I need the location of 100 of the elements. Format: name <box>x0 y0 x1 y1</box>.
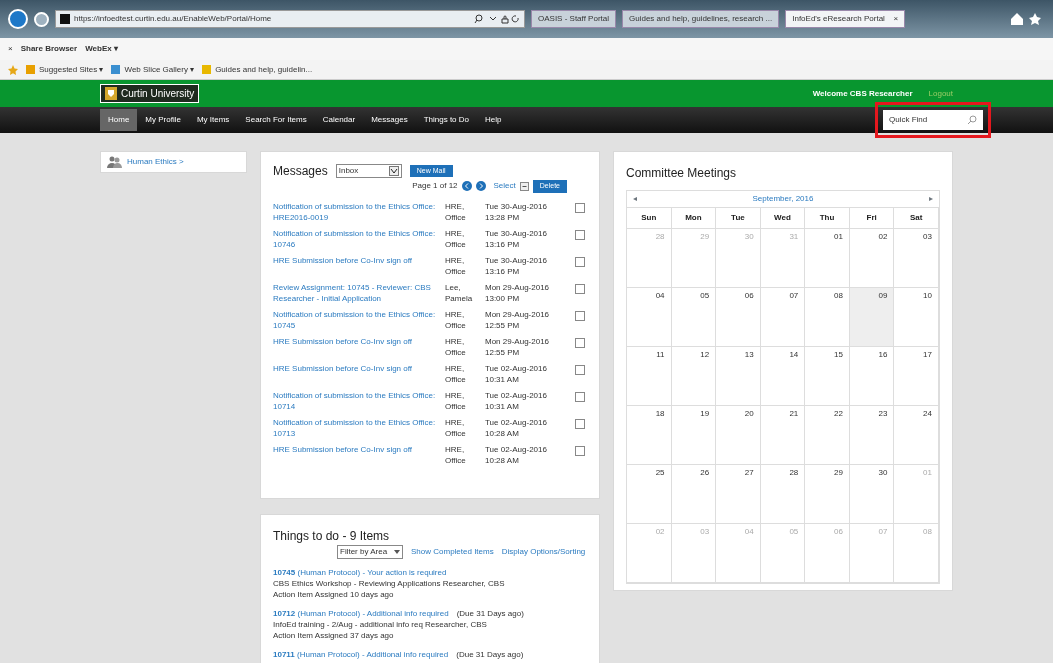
day-cell[interactable]: 08 <box>805 288 850 347</box>
day-cell[interactable]: 15 <box>805 347 850 406</box>
message-checkbox[interactable] <box>575 256 585 267</box>
message-checkbox[interactable] <box>575 391 585 402</box>
task-link[interactable]: 10745 (Human Protocol) - Your action is required <box>273 567 447 578</box>
message-sender: HRE, Office <box>445 416 467 440</box>
message-checkbox[interactable] <box>575 310 585 321</box>
favorites-item[interactable]: Suggested Sites ▾ <box>26 63 104 76</box>
favorites-item[interactable]: Guides and help, guidelin... <box>202 63 313 76</box>
browser-tab[interactable]: OASIS - Staff Portal <box>531 10 616 28</box>
folder-dropdown[interactable]: Inbox <box>335 164 402 178</box>
message-checkbox[interactable] <box>575 445 585 456</box>
message-sender: HRE, Office <box>445 308 467 332</box>
day-cell[interactable]: 10 <box>894 288 939 347</box>
next-month-arrow[interactable]: ▸ <box>929 193 933 205</box>
message-subject-link[interactable]: HRE Submission before Co-Inv sign off <box>273 335 445 359</box>
browser-tab[interactable]: Guides and help, guidelines, research ... <box>622 10 780 28</box>
month-title[interactable]: September, 2016 <box>752 193 814 205</box>
message-sender: HRE, Office <box>445 335 467 359</box>
day-cell[interactable]: 17 <box>894 347 939 406</box>
day-cell[interactable]: 14 <box>760 347 806 406</box>
message-subject-link[interactable]: HRE Submission before Co-Inv sign off <box>273 443 445 467</box>
previous-month-arrow[interactable]: ◂ <box>633 193 637 205</box>
quick-find-box[interactable]: Quick Find <box>883 110 983 130</box>
select-link[interactable]: Select <box>493 180 516 193</box>
nav-tab[interactable]: Calendar <box>314 109 364 131</box>
previous-page-icon <box>461 181 472 192</box>
nav-tab[interactable]: Things to Do <box>415 109 477 131</box>
day-cell[interactable]: 22 <box>805 406 850 465</box>
nav-tab[interactable]: Messages <box>363 109 416 131</box>
day-cell[interactable]: 18 <box>627 406 672 465</box>
day-cell[interactable]: 27 <box>716 465 761 524</box>
day-cell[interactable]: 06 <box>716 288 761 347</box>
day-cell[interactable]: 13 <box>716 347 761 406</box>
message-time: 13:00 PM <box>485 293 521 305</box>
message-subject-link[interactable]: Notification of submission to the Ethics Office: 10714 <box>273 389 445 413</box>
day-cell[interactable]: 23 <box>849 406 895 465</box>
browser-tab[interactable]: InfoEd's eResearch Portal × <box>785 10 906 28</box>
task-link[interactable]: 10712 (Human Protocol) - Additional info required <box>273 608 449 619</box>
close-icon[interactable]: × <box>893 13 899 25</box>
message-checkbox[interactable] <box>575 202 585 213</box>
nav-tab[interactable]: Help <box>477 109 510 131</box>
day-cell[interactable]: 28 <box>760 465 806 524</box>
day-cell[interactable]: 30 <box>849 465 895 524</box>
day-cell[interactable]: 24 <box>894 406 939 465</box>
day-cell[interactable]: 11 <box>627 347 672 406</box>
command-bar-item[interactable]: Share Browser <box>20 43 78 55</box>
day-cell[interactable]: 21 <box>760 406 806 465</box>
message-checkbox[interactable] <box>575 229 585 240</box>
message-subject-link[interactable]: Notification of submission to the Ethics Office: HRE2016-0019 <box>273 200 445 224</box>
day-cell[interactable]: 12 <box>671 347 717 406</box>
assigned-text: Action Item Assigned 10 days ago <box>273 589 395 600</box>
message-checkbox[interactable] <box>575 283 585 294</box>
shield-icon <box>105 87 117 100</box>
message-subject-link[interactable]: HRE Submission before Co-Inv sign off <box>273 254 445 278</box>
day-cell[interactable]: 25 <box>627 465 672 524</box>
filter-dropdown[interactable]: Filter by Area <box>337 545 403 559</box>
message-checkbox[interactable] <box>575 418 585 429</box>
address-tools-icon <box>474 14 520 24</box>
command-bar-item[interactable]: WebEx ▾ <box>85 43 118 55</box>
day-cell[interactable]: 19 <box>671 406 717 465</box>
message-date: Tue 02-Aug-2016 <box>485 443 548 455</box>
back-button[interactable] <box>8 9 28 29</box>
day-cell[interactable]: 03 <box>894 229 939 288</box>
address-bar[interactable]: https://infoedtest.curtin.edu.au/EnableWeb/Portal/Home <box>55 10 525 28</box>
task-link[interactable]: 10711 (Human Protocol) - Additional info required <box>273 649 449 660</box>
day-cell[interactable]: 09 <box>849 288 895 347</box>
message-checkbox[interactable] <box>575 364 585 375</box>
sidebar-link[interactable]: Human Ethics > <box>127 156 184 168</box>
message-sender: HRE, Office <box>445 254 467 278</box>
search-icon <box>967 115 977 125</box>
nav-tab[interactable]: My Profile <box>137 109 189 131</box>
logo-text: Curtin University <box>121 87 195 101</box>
message-subject-link[interactable]: HRE Submission before Co-Inv sign off <box>273 362 445 386</box>
message-subject-link[interactable]: Notification of submission to the Ethics Office: 10713 <box>273 416 445 440</box>
day-cell[interactable]: 20 <box>716 406 761 465</box>
message-time: 10:31 AM <box>485 374 520 386</box>
day-cell[interactable]: 26 <box>671 465 717 524</box>
nav-tab[interactable]: Home <box>100 109 138 131</box>
option-link[interactable]: Display Options/Sorting <box>501 546 586 558</box>
nav-tab[interactable]: Search For Items <box>237 109 315 131</box>
message-time: 13:28 PM <box>485 212 521 224</box>
day-cell[interactable]: 01 <box>805 229 850 288</box>
favorites-item[interactable]: Web Slice Gallery ▾ <box>111 63 195 76</box>
message-checkbox[interactable] <box>575 337 585 348</box>
message-sender: HRE, Office <box>445 227 467 251</box>
message-subject-link[interactable]: Notification of submission to the Ethics Office: 10746 <box>273 227 445 251</box>
day-cell[interactable]: 04 <box>627 288 672 347</box>
day-cell[interactable]: 07 <box>760 288 806 347</box>
option-link[interactable]: Show Completed Items <box>411 546 494 558</box>
day-cell[interactable]: 05 <box>671 288 717 347</box>
close-icon[interactable]: × <box>8 43 13 55</box>
nav-tab[interactable]: My Items <box>188 109 238 131</box>
forward-button[interactable] <box>34 11 49 27</box>
message-subject-link[interactable]: Review Assignment: 10745 - Reviewer: CBS Researcher - Initial Application <box>273 281 445 305</box>
message-subject-link[interactable]: Notification of submission to the Ethics Office: 10745 <box>273 308 445 332</box>
panel-title: Things to do - 9 Items <box>273 528 391 545</box>
day-cell[interactable]: 16 <box>849 347 895 406</box>
day-cell[interactable]: 29 <box>805 465 850 524</box>
message-date: Tue 02-Aug-2016 <box>485 362 548 374</box>
